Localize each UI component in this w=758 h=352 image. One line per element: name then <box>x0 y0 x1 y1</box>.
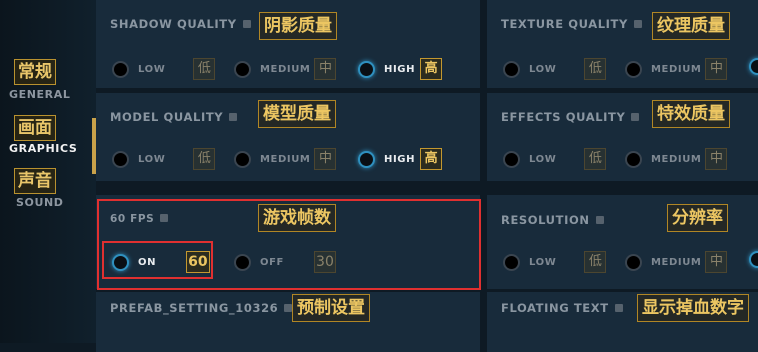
texture-quality-option-low[interactable]: LOW 低 <box>503 58 607 80</box>
resolution-cn-tag: 分辨率 <box>667 204 728 232</box>
shadow-quality-option-medium[interactable]: MEDIUM 中 <box>234 58 337 80</box>
radio-button[interactable] <box>749 251 758 268</box>
radio-button[interactable] <box>625 60 642 78</box>
radio-button[interactable] <box>358 60 375 78</box>
info-icon[interactable] <box>633 20 642 28</box>
option-label: HIGH <box>384 63 416 75</box>
radio-button[interactable] <box>503 150 520 168</box>
info-icon[interactable] <box>229 113 238 121</box>
option-label: MEDIUM <box>260 153 311 165</box>
radio-button[interactable] <box>358 150 375 168</box>
prefab-setting-panel: PREFAB_SETTING_10326 预制设置 <box>96 292 480 352</box>
option-cn-tag: 低 <box>584 251 607 273</box>
option-cn-tag: 低 <box>584 148 607 170</box>
info-icon[interactable] <box>631 113 640 121</box>
option-label: LOW <box>529 63 557 75</box>
option-cn-tag: 高 <box>420 58 443 80</box>
info-icon[interactable] <box>242 20 251 28</box>
texture-quality-title: TEXTURE QUALITY <box>501 17 642 31</box>
shadow-quality-option-low[interactable]: LOW 低 <box>112 58 216 80</box>
radio-button[interactable] <box>625 253 642 271</box>
texture-quality-option-medium[interactable]: MEDIUM 中 <box>625 58 728 80</box>
floating-text-title: FLOATING TEXT <box>501 301 623 315</box>
option-cn-tag: 低 <box>584 58 607 80</box>
settings-nav: 常规 GENERAL 画面 GRAPHICS 声音 SOUND <box>0 0 97 343</box>
radio-button[interactable] <box>503 253 520 271</box>
option-cn-tag: 中 <box>705 58 728 80</box>
info-icon[interactable] <box>614 304 623 312</box>
option-label: LOW <box>529 256 557 268</box>
shadow-quality-panel: SHADOW QUALITY 阴影质量 LOW 低 MEDIUM 中 HIGH … <box>96 0 480 88</box>
nav-item-graphics-label: GRAPHICS <box>9 142 78 155</box>
option-cn-tag: 中 <box>314 148 337 170</box>
resolution-option-low[interactable]: LOW 低 <box>503 251 607 273</box>
option-label: MEDIUM <box>651 256 702 268</box>
option-label: MEDIUM <box>260 63 311 75</box>
prefab-setting-cn-tag: 预制设置 <box>292 294 370 322</box>
radio-button[interactable] <box>625 150 642 168</box>
nav-item-sound-cn-label: 声音 <box>14 168 56 194</box>
model-quality-title: MODEL QUALITY <box>110 110 238 124</box>
floating-text-cn-tag: 显示掉血数字 <box>637 294 749 322</box>
model-quality-option-medium[interactable]: MEDIUM 中 <box>234 148 337 170</box>
option-label: HIGH <box>384 153 416 165</box>
nav-item-sound-label: SOUND <box>16 196 64 209</box>
option-label: MEDIUM <box>651 153 702 165</box>
texture-quality-option-high[interactable] <box>749 58 758 75</box>
resolution-option-high[interactable] <box>749 251 758 268</box>
model-quality-cn-tag: 模型质量 <box>258 100 336 128</box>
model-quality-option-high[interactable]: HIGH 高 <box>358 148 443 170</box>
nav-item-graphics[interactable]: 画面 GRAPHICS <box>0 112 90 172</box>
effects-quality-option-medium[interactable]: MEDIUM 中 <box>625 148 728 170</box>
model-quality-option-low[interactable]: LOW 低 <box>112 148 216 170</box>
prefab-setting-title: PREFAB_SETTING_10326 <box>110 301 293 315</box>
radio-button[interactable] <box>112 150 129 168</box>
option-cn-tag: 低 <box>193 58 216 80</box>
resolution-title: RESOLUTION <box>501 213 604 227</box>
option-label: LOW <box>138 153 166 165</box>
radio-button[interactable] <box>112 60 129 78</box>
effects-quality-title: EFFECTS QUALITY <box>501 110 640 124</box>
effects-quality-cn-tag: 特效质量 <box>652 100 730 128</box>
radio-button[interactable] <box>503 60 520 78</box>
shadow-quality-option-high[interactable]: HIGH 高 <box>358 58 443 80</box>
shadow-quality-cn-tag: 阴影质量 <box>259 12 337 40</box>
nav-item-general-label: GENERAL <box>9 88 71 101</box>
shadow-quality-title: SHADOW QUALITY <box>110 17 251 31</box>
resolution-panel: RESOLUTION 分辨率 LOW 低 MEDIUM 中 <box>487 195 758 289</box>
nav-item-sound[interactable]: 声音 SOUND <box>0 166 90 226</box>
resolution-option-medium[interactable]: MEDIUM 中 <box>625 251 728 273</box>
info-icon[interactable] <box>595 216 604 224</box>
floating-text-panel: FLOATING TEXT 显示掉血数字 <box>487 292 758 352</box>
option-label: MEDIUM <box>651 63 702 75</box>
option-label: LOW <box>138 63 166 75</box>
option-cn-tag: 低 <box>193 148 216 170</box>
nav-item-general-cn-label: 常规 <box>14 59 56 85</box>
option-cn-tag: 中 <box>705 251 728 273</box>
nav-item-general[interactable]: 常规 GENERAL <box>0 56 90 116</box>
radio-button[interactable] <box>234 150 251 168</box>
texture-quality-panel: TEXTURE QUALITY 纹理质量 LOW 低 MEDIUM 中 <box>487 0 758 88</box>
effects-quality-option-low[interactable]: LOW 低 <box>503 148 607 170</box>
texture-quality-cn-tag: 纹理质量 <box>652 12 730 40</box>
option-label: LOW <box>529 153 557 165</box>
effects-quality-panel: EFFECTS QUALITY 特效质量 LOW 低 MEDIUM 中 <box>487 93 758 181</box>
nav-item-graphics-cn-label: 画面 <box>14 115 56 141</box>
radio-button[interactable] <box>234 60 251 78</box>
option-cn-tag: 中 <box>314 58 337 80</box>
radio-button[interactable] <box>749 58 758 75</box>
graphics-settings-screen: 常规 GENERAL 画面 GRAPHICS 声音 SOUND SHADOW Q… <box>0 0 758 352</box>
fps-on-highlight-box <box>102 241 213 279</box>
option-cn-tag: 中 <box>705 148 728 170</box>
model-quality-panel: MODEL QUALITY 模型质量 LOW 低 MEDIUM 中 HIGH 高 <box>96 93 480 181</box>
option-cn-tag: 高 <box>420 148 443 170</box>
